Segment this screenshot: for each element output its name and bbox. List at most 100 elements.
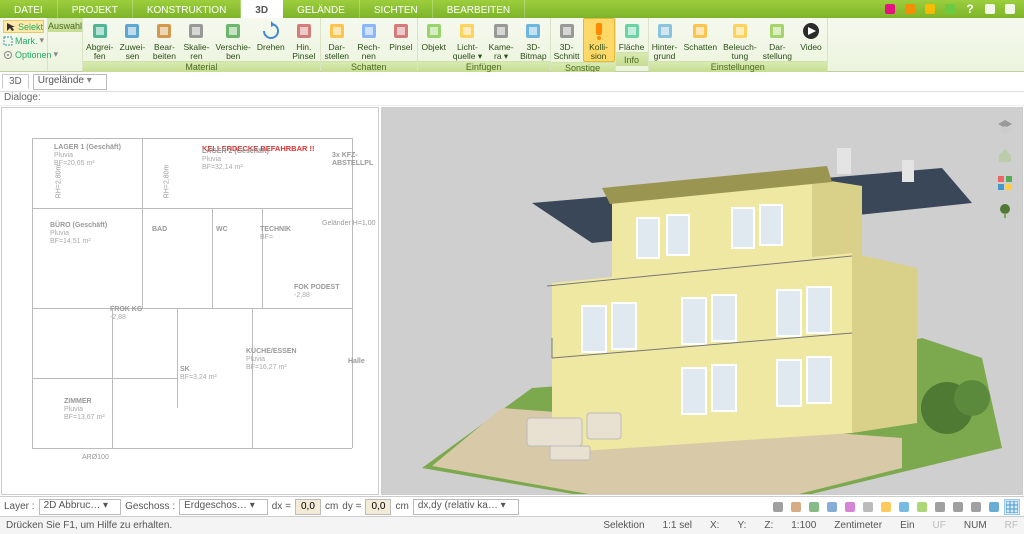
dimension-label: ARØ100	[82, 454, 109, 461]
beleuchtung-icon	[729, 20, 751, 42]
room-label: Halle	[348, 358, 365, 366]
palette-icon[interactable]	[942, 1, 958, 17]
ribbon-selection-panel: Selekt Mark.▾ Optionen▾	[0, 18, 48, 71]
ribbon-verschieben-button[interactable]: Verschie-ben	[212, 18, 253, 61]
ribbon-kollision-button[interactable]: Kolli-sion	[583, 18, 615, 62]
cube-icon[interactable]	[902, 1, 918, 17]
bitmap-icon	[522, 20, 544, 42]
3d-view-pane[interactable]	[381, 107, 1023, 495]
schatten-e-icon	[689, 20, 711, 42]
minimize-icon[interactable]	[982, 1, 998, 17]
layers-icon[interactable]	[994, 116, 1016, 138]
abgreifen-icon	[89, 20, 111, 42]
ribbon-abgreifen-button[interactable]: Abgrei-fen	[83, 18, 116, 61]
room-label: 3x KFZ- ABSTELLPL	[332, 152, 378, 168]
toolstrip-h11[interactable]	[950, 499, 966, 515]
view-toolstrip	[770, 499, 1020, 515]
geschoss-label: Geschoss :	[125, 501, 175, 512]
room-label: BÜRO (Geschäft)PluviaBF=14,51 m²	[50, 222, 107, 246]
toolstrip-h1[interactable]	[770, 499, 786, 515]
ribbon-schnitt-button[interactable]: 3D-Schnitt	[551, 18, 583, 62]
toolstrip-h12[interactable]	[968, 499, 984, 515]
ribbon-bearbeiten-button[interactable]: Bear-beiten	[148, 18, 180, 61]
ribbon-flaeche-button[interactable]: Fläche	[616, 18, 648, 52]
room-label: SKBF=3,24 m²	[180, 366, 217, 382]
ribbon-bitmap-button[interactable]: 3D-Bitmap	[517, 18, 549, 61]
ribbon-beleuchtung-button[interactable]: Beleuch-tung	[720, 18, 760, 61]
menu-tab-bearbeiten[interactable]: BEARBEITEN	[433, 0, 525, 18]
dimension-label: RH=2,80m	[163, 165, 170, 199]
geschoss-combo[interactable]: Erdgeschos… ▾	[179, 499, 268, 515]
ribbon-drehen-button[interactable]: Drehen	[254, 18, 288, 61]
ribbon-darstellung-button[interactable]: Dar-stellung	[760, 18, 795, 61]
menu-tab-bar: DATEIPROJEKTKONSTRUKTION3DGELÄNDESICHTEN…	[0, 0, 1024, 18]
ribbon-group-einfügen: Einfügen	[418, 61, 550, 72]
toolstrip-h7[interactable]	[878, 499, 894, 515]
status-bar: Drücken Sie F1, um Hilfe zu erhalten. Se…	[0, 516, 1024, 534]
house-rendering	[382, 108, 1022, 495]
menu-tab-konstruktion[interactable]: KONSTRUKTION	[133, 0, 241, 18]
kollision-icon	[588, 20, 610, 42]
ribbon-group-info: Info	[616, 52, 648, 66]
toolstrip-h3[interactable]	[806, 499, 822, 515]
dx-label: dx =	[272, 501, 291, 512]
view-tools	[994, 116, 1016, 222]
dimension-label: RH=2,80m	[55, 165, 62, 199]
layer-combo[interactable]: 2D Abbruc… ▾	[39, 499, 122, 515]
ribbon-hintergrund-button[interactable]: Hinter-grund	[649, 18, 681, 61]
status-y: Y:	[737, 520, 746, 531]
menu-tab-projekt[interactable]: PROJEKT	[58, 0, 133, 18]
ribbon-kamera-button[interactable]: Kame-ra ▾	[485, 18, 517, 61]
terrain-combo[interactable]: Urgelände ▾	[33, 74, 107, 90]
menu-tab-sichten[interactable]: SICHTEN	[360, 0, 433, 18]
room-label: FOK PODEST-2,88	[294, 284, 340, 300]
ribbon-lichtquelle-button[interactable]: Licht-quelle ▾	[450, 18, 485, 61]
toolstrip-h8[interactable]	[896, 499, 912, 515]
room-label: KÜCHE/ESSENPluviaBF=16,27 m²	[246, 348, 297, 372]
status-help: Drücken Sie F1, um Hilfe zu erhalten.	[6, 520, 172, 531]
view-tab-3d[interactable]: 3D	[2, 74, 29, 89]
view-tab-bar: 3D Urgelände ▾	[0, 72, 1024, 92]
toolstrip-h10[interactable]	[932, 499, 948, 515]
select-row[interactable]: Selekt	[3, 20, 44, 33]
room-label: BAD	[152, 226, 167, 234]
ribbon-rechnen-button[interactable]: Rech-nen	[353, 18, 385, 61]
ribbon-skalieren-button[interactable]: Skalie-ren	[180, 18, 212, 61]
ribbon-hin-pinsel-button[interactable]: Hin.Pinsel	[288, 18, 320, 61]
ribbon-objekt-button[interactable]: Objekt	[418, 18, 450, 61]
layer-bar: Layer : 2D Abbruc… ▾ Geschoss : Erdgesch…	[0, 496, 1024, 516]
menu-tab-gelände[interactable]: GELÄNDE	[283, 0, 360, 18]
mark-row[interactable]: Mark.▾	[3, 34, 44, 47]
help-icon[interactable]: ?	[962, 1, 978, 17]
toolstrip-grid[interactable]	[1004, 499, 1020, 515]
ribbon-darstellen-button[interactable]: Dar-stellen	[321, 18, 353, 61]
toolstrip-h5[interactable]	[842, 499, 858, 515]
dx-input[interactable]: 0,0	[295, 499, 321, 515]
coord-mode-combo[interactable]: dx,dy (relativ ka… ▾	[413, 499, 519, 515]
status-selektion: Selektion	[603, 520, 644, 531]
menu-tab-3d[interactable]: 3D	[241, 0, 283, 18]
tree-icon[interactable]	[994, 200, 1016, 222]
floorplan-pane[interactable]: KELLERDECKE BEFAHRBAR !!LAGER 1 (Geschäf…	[1, 107, 379, 495]
toolstrip-h9[interactable]	[914, 499, 930, 515]
dy-input[interactable]: 0,0	[365, 499, 391, 515]
options-row[interactable]: Optionen▾	[3, 48, 44, 61]
menu-tab-datei[interactable]: DATEI	[0, 0, 58, 18]
house-icon[interactable]	[994, 144, 1016, 166]
kamera-icon	[490, 20, 512, 42]
ribbon-pinsel-button[interactable]: Pinsel	[385, 18, 417, 61]
palette-icon[interactable]	[994, 172, 1016, 194]
pinsel-icon	[390, 20, 412, 42]
ribbon-zuweisen-button[interactable]: Zuwei-sen	[116, 18, 148, 61]
verschieben-icon	[222, 20, 244, 42]
toolstrip-h6[interactable]	[860, 499, 876, 515]
status-scale2: 1:100	[791, 520, 816, 531]
toolstrip-h2[interactable]	[788, 499, 804, 515]
ribbon-video-button[interactable]: Video	[795, 18, 827, 61]
layers-icon[interactable]	[922, 1, 938, 17]
ribbon-schatten-e-button[interactable]: Schatten	[681, 18, 721, 61]
edit-icon[interactable]	[882, 1, 898, 17]
window-icon[interactable]	[1002, 1, 1018, 17]
toolstrip-h13[interactable]	[986, 499, 1002, 515]
toolstrip-h4[interactable]	[824, 499, 840, 515]
